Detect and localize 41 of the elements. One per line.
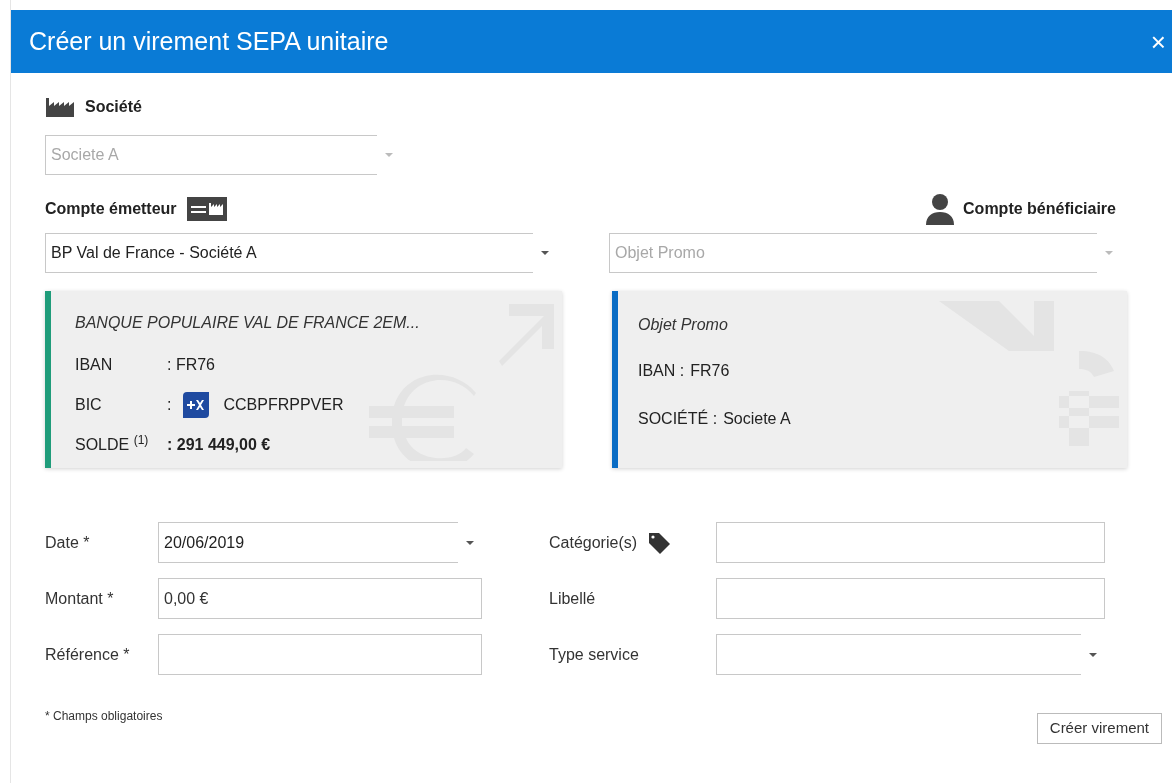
field-label: SOCIÉTÉ : — [638, 408, 718, 429]
input-field[interactable] — [716, 522, 1105, 563]
field-value: FR76 — [690, 361, 730, 381]
close-button[interactable]: × — [1150, 28, 1166, 55]
field-value: : 291 449,00 € — [167, 435, 271, 455]
section-label: Compte bénéficiaire — [963, 199, 1116, 219]
account-name: Objet Promo — [638, 315, 728, 335]
account-name: BANQUE POPULAIRE VAL DE FRANCE 2EM... — [75, 313, 420, 333]
caret-icon[interactable] — [1089, 652, 1097, 657]
field-value: : FR76 — [167, 355, 215, 375]
field-label: Date * — [45, 532, 90, 553]
required-fields-note: * Champs obligatoires — [45, 708, 163, 725]
bank-logo-icon — [183, 392, 210, 418]
dropdown-field[interactable]: 20/06/2019 — [158, 522, 458, 563]
field-label: Montant * — [45, 588, 114, 609]
caret-icon[interactable] — [466, 540, 474, 545]
field-label: SOLDE $^{(1)}$ — [75, 433, 150, 455]
field-label: Référence * — [45, 644, 130, 665]
tag-icon — [647, 530, 672, 555]
factory-icon — [45, 97, 77, 117]
field-label: Type service — [549, 644, 639, 665]
field-value: CCBPFRPPVER — [223, 395, 344, 415]
input-field[interactable] — [158, 634, 482, 675]
field-separator: : — [167, 395, 172, 415]
field-value: Societe A — [723, 409, 791, 429]
field-label: BIC — [75, 395, 103, 415]
window-title: Créer un virement SEPA unitaire — [29, 25, 389, 57]
field-label: IBAN : — [638, 361, 685, 381]
section-label: Compte émetteur — [45, 199, 177, 219]
create-transfer-button[interactable]: Créer virement — [1036, 713, 1162, 744]
input-field[interactable] — [716, 578, 1105, 619]
dropdown-field[interactable] — [716, 634, 1081, 675]
caret-icon[interactable] — [541, 251, 549, 255]
person-icon — [925, 193, 956, 225]
input-field[interactable]: 0,00 € — [158, 578, 482, 619]
dropdown-field[interactable]: BP Val de France - Société A — [45, 233, 533, 273]
field-label: Catégorie(s) — [549, 532, 638, 553]
field-label: IBAN — [75, 355, 114, 375]
field-label: Libellé — [549, 588, 596, 609]
account-icon — [186, 197, 227, 221]
section-label: Société — [85, 97, 142, 117]
